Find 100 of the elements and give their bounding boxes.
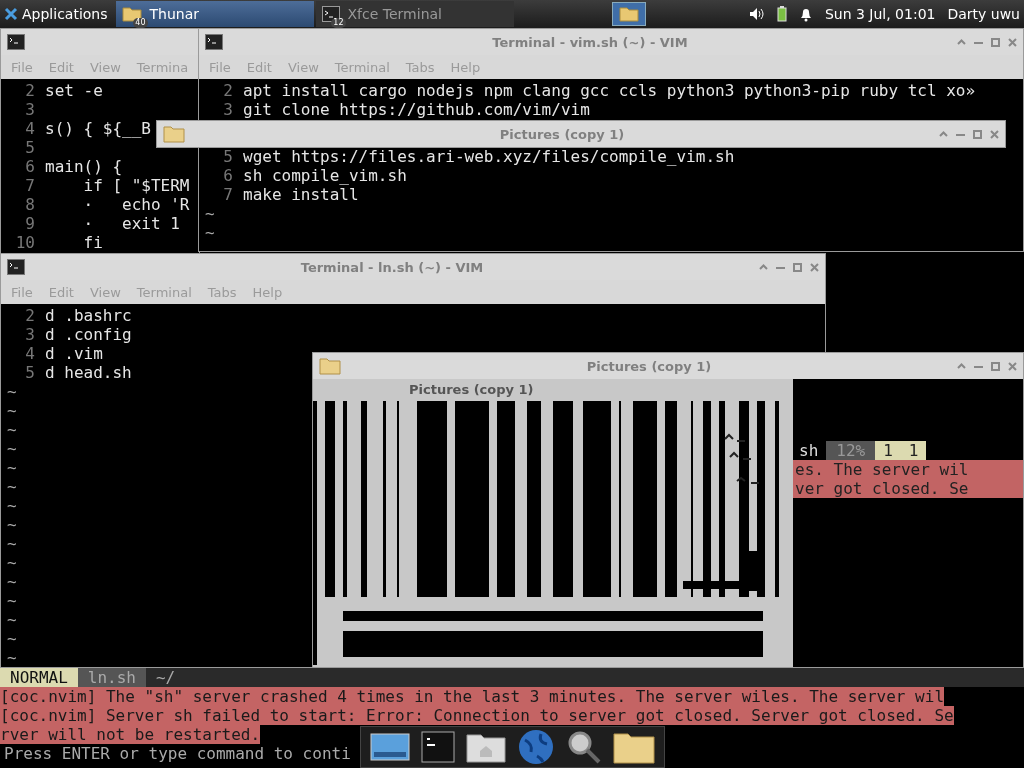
empty-line-marker: ~ [7, 496, 17, 515]
taskbar-button[interactable]: 40 Thunar [115, 1, 314, 27]
line-number: 3 [222, 100, 233, 119]
window-title: Pictures (copy 1) [585, 358, 713, 374]
file-name: ln.sh [77, 668, 146, 687]
line-number: 7 [222, 185, 233, 204]
menu-item[interactable]: View [81, 282, 129, 302]
bell-icon[interactable] [798, 6, 813, 22]
menu-item[interactable]: Edit [238, 57, 280, 77]
window-title: Pictures (copy 1) [408, 381, 535, 399]
code-line: · exit 1 [82, 214, 180, 233]
empty-line-marker: ~ [7, 610, 17, 629]
desktop-icon[interactable] [370, 730, 411, 764]
error-message: es. The server wil [793, 460, 1023, 479]
menu-item[interactable]: Tabs [199, 282, 245, 302]
menu-item[interactable]: File [3, 57, 41, 77]
line-number: 5 [24, 138, 35, 157]
empty-line-marker: ~ [7, 515, 17, 534]
minimize-icon[interactable] [974, 40, 983, 44]
menu-item[interactable]: View [81, 57, 129, 77]
command-prompt: Press ENTER or type command to conti [3, 744, 351, 763]
empty-line-marker: ~ [7, 439, 17, 458]
code-line: fi [82, 233, 103, 252]
chevron-up-icon[interactable] [957, 39, 966, 45]
volume-icon[interactable] [748, 7, 765, 21]
menu-item[interactable]: Edit [40, 57, 82, 77]
menu-item[interactable]: Termina [128, 57, 197, 77]
terminal-icon[interactable] [421, 731, 456, 763]
chevron-up-icon[interactable] [759, 264, 768, 270]
line-number: 5 [222, 147, 233, 166]
folder-icon[interactable] [612, 730, 655, 764]
menu-item[interactable]: File [3, 282, 41, 302]
x-logo-icon [4, 7, 18, 21]
minimize-icon[interactable] [974, 364, 983, 368]
count-badge: 12 [331, 18, 346, 28]
applications-menu[interactable]: Applications [0, 0, 116, 28]
code-line: apt install cargo nodejs npm clang gcc ccls python3 python3-pip ruby tcl xo» [243, 81, 976, 100]
line-number: 6 [222, 166, 233, 185]
line-number: 2 [222, 81, 233, 100]
empty-line-marker: ~ [7, 553, 17, 572]
globe-icon[interactable] [516, 728, 555, 766]
code-line: wget https://files.ari-web.xyz/files/compile_vim.sh [243, 147, 735, 166]
workspace-switcher[interactable] [611, 2, 646, 26]
folder-icon [618, 6, 639, 22]
maximize-icon[interactable] [991, 361, 1000, 371]
terminal-icon [205, 34, 223, 50]
empty-line-marker: ~ [7, 591, 17, 610]
code-line: d .bashrc [45, 306, 132, 325]
close-icon[interactable] [990, 129, 999, 139]
empty-line-marker: ~ [205, 223, 215, 242]
close-icon[interactable] [1008, 361, 1017, 371]
line-number: 2 [24, 81, 35, 100]
error-message: [coc.nvim] Server sh failed to start: Error: Connection to server got closed. Server got closed. Se [0, 706, 954, 725]
menu-item[interactable]: Edit [40, 282, 82, 302]
empty-line-marker: ~ [7, 458, 17, 477]
menu-item[interactable]: Tabs [397, 57, 443, 77]
menu-item[interactable]: Terminal [128, 282, 200, 302]
line-number: 8 [24, 195, 35, 214]
code-line: make install [243, 185, 359, 204]
error-message: rver will not be restarted. [0, 725, 261, 744]
empty-line-marker: ~ [7, 420, 17, 439]
empty-line-marker: ~ [7, 572, 17, 591]
line-number: 9 [24, 214, 35, 233]
empty-line-marker: ~ [7, 648, 17, 667]
maximize-icon[interactable] [991, 37, 1000, 47]
chevron-up-icon[interactable] [939, 131, 948, 137]
line-number: 3 [24, 100, 35, 119]
maximize-icon[interactable] [973, 129, 982, 139]
count-badge: 40 [133, 18, 148, 28]
home-folder-icon[interactable] [466, 731, 507, 763]
minimize-icon[interactable] [956, 132, 965, 136]
battery-icon[interactable] [776, 6, 787, 22]
menu-item[interactable]: View [279, 57, 327, 77]
menu-item[interactable]: File [201, 57, 239, 77]
code-line: d .vim [45, 344, 103, 363]
clock[interactable]: Sun 3 Jul, 01:01 [824, 6, 936, 22]
minimize-icon[interactable] [776, 265, 785, 269]
line-number: 3 [24, 325, 35, 344]
taskbar-button[interactable]: 12 Xfce Terminal [315, 1, 514, 27]
line-number: 6 [24, 157, 35, 176]
empty-line-marker: ~ [7, 629, 17, 648]
close-icon[interactable] [810, 262, 819, 272]
close-icon[interactable] [1008, 37, 1017, 47]
user-name[interactable]: Darty uwu [947, 6, 1020, 22]
empty-line-marker: ~ [7, 534, 17, 553]
chevron-up-icon[interactable] [957, 363, 966, 369]
menu-item[interactable]: Help [244, 282, 291, 302]
maximize-icon[interactable] [793, 262, 802, 272]
folder-icon [163, 125, 185, 143]
window-title: Terminal - vim.sh (~) - VIM [491, 34, 689, 50]
code-line: d head.sh [45, 363, 132, 382]
folder-icon [319, 357, 341, 375]
code-line: · echo 'R [82, 195, 190, 214]
column-number: 1 [900, 441, 927, 460]
terminal-icon [7, 34, 25, 50]
menu-item[interactable]: Help [442, 57, 489, 77]
menu-item[interactable]: Terminal [326, 57, 398, 77]
code-line: git clone https://github.com/vim/vim [243, 100, 590, 119]
directory-path: ~/ [154, 668, 177, 687]
empty-line-marker: ~ [205, 204, 215, 223]
